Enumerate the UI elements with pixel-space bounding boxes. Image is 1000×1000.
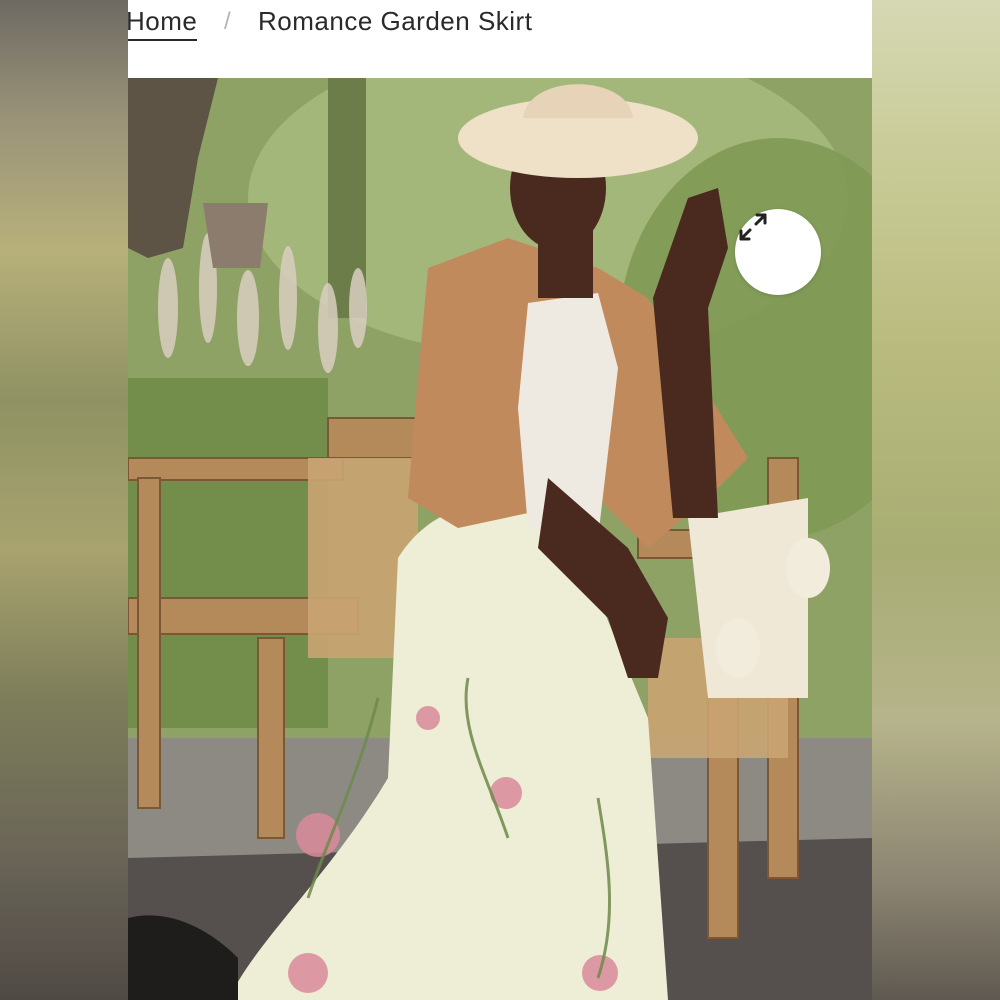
breadcrumb-separator: /	[224, 8, 231, 35]
expand-image-button[interactable]	[735, 209, 821, 295]
product-page: Home / Romance Garden Skirt	[128, 0, 872, 1000]
breadcrumb-current-page: Romance Garden Skirt	[258, 6, 533, 36]
breadcrumb-home-link[interactable]: Home	[128, 6, 198, 41]
blurred-backdrop-right	[872, 0, 1000, 1000]
expand-arrows-icon	[739, 213, 767, 241]
product-image[interactable]	[128, 78, 872, 1000]
breadcrumb: Home / Romance Garden Skirt	[128, 0, 872, 78]
blurred-backdrop-left	[0, 0, 128, 1000]
